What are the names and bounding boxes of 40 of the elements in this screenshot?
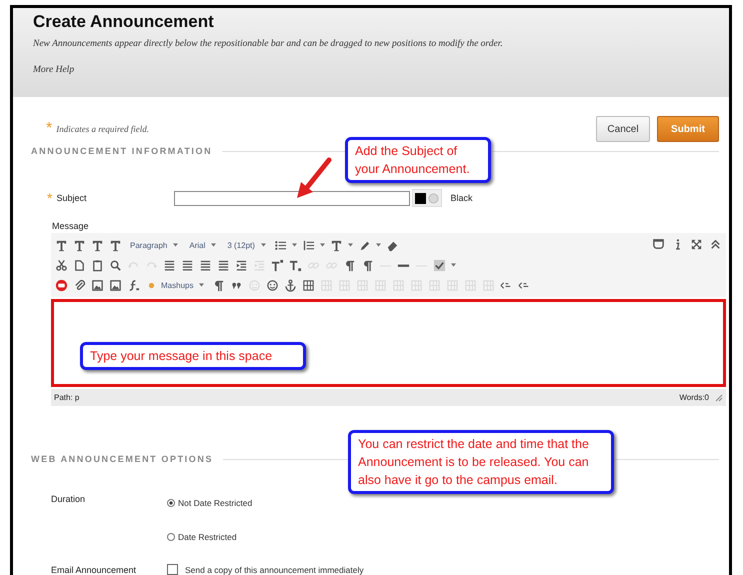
toolbar-dropdown[interactable]: Mashups bbox=[143, 277, 210, 293]
subject-label: Subject bbox=[56, 193, 88, 203]
color-wheel-icon[interactable] bbox=[428, 192, 440, 204]
callout: Add the Subject of your Announcement. bbox=[345, 137, 491, 183]
toolbar-dropdown[interactable]: Arial bbox=[184, 237, 222, 253]
radio-button[interactable] bbox=[167, 533, 175, 541]
caret-icon bbox=[211, 243, 216, 247]
element-path: Path: p bbox=[54, 393, 80, 402]
caret-icon bbox=[260, 243, 266, 247]
toolbar-dropdown[interactable]: 3 (12pt) bbox=[222, 237, 271, 253]
email-label: Email Announcement bbox=[51, 564, 138, 574]
mashup-icon bbox=[148, 282, 155, 288]
required-marker: * bbox=[47, 193, 52, 203]
caret-icon bbox=[199, 283, 204, 287]
section-heading: WEB ANNOUNCEMENT OPTIONS bbox=[31, 454, 214, 464]
radio-label: Not Date Restricted bbox=[178, 498, 252, 508]
checkbox[interactable] bbox=[167, 564, 178, 575]
callout: You can restrict the date and time that the Announcement is to be released. You can also have it go to the campus email. bbox=[348, 430, 614, 494]
page-description: New Announcements appear directly below the repositionable bar and can be dragged to new positions to modify the order. bbox=[33, 39, 503, 49]
resize-grip-icon[interactable] bbox=[715, 394, 723, 402]
duration-label: Duration bbox=[51, 494, 86, 506]
section-heading: ANNOUNCEMENT INFORMATION bbox=[31, 146, 212, 156]
checkbox-label: Send a copy of this announcement immediately bbox=[185, 564, 364, 574]
page-title: Create Announcement bbox=[33, 12, 214, 32]
required-marker: * bbox=[46, 124, 52, 134]
radio-label: Date Restricted bbox=[178, 532, 237, 542]
toolbar-dropdown[interactable]: Paragraph bbox=[125, 237, 184, 253]
color-picker[interactable] bbox=[412, 189, 442, 207]
required-note: Indicates a required field. bbox=[56, 124, 150, 134]
word-count: Words:0 bbox=[679, 393, 709, 402]
more-help-link[interactable]: More Help bbox=[33, 65, 74, 75]
caret-icon bbox=[173, 243, 178, 247]
subject-field[interactable] bbox=[174, 190, 410, 206]
message-area[interactable] bbox=[51, 299, 726, 387]
message-label: Message bbox=[52, 221, 90, 231]
radio-button[interactable] bbox=[167, 499, 175, 507]
color-swatch[interactable] bbox=[415, 192, 426, 204]
color-name: Black bbox=[450, 193, 472, 203]
callout: Type your message in this space bbox=[80, 342, 306, 370]
cancel-button[interactable]: Cancel bbox=[596, 116, 650, 142]
